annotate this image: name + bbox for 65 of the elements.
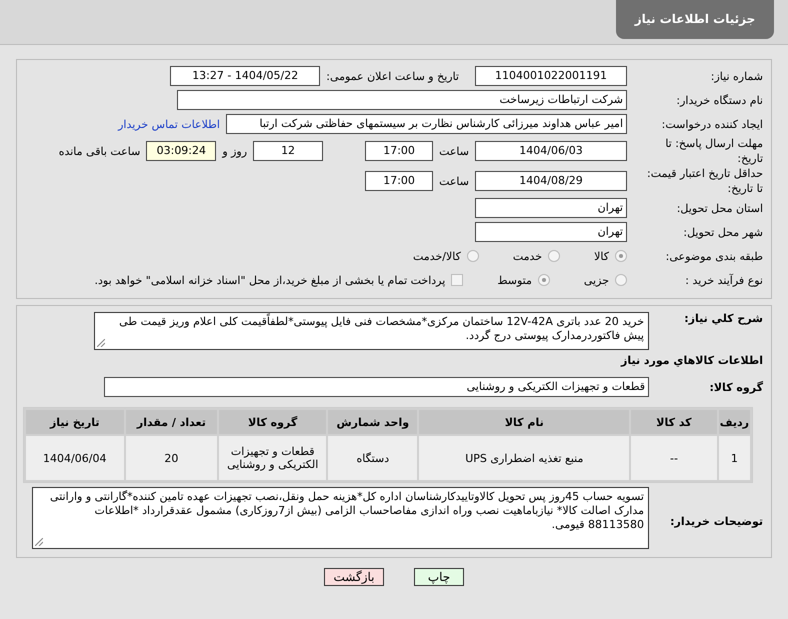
radio-label: جزیی (584, 274, 609, 286)
field-label: گروه کالا: (708, 380, 763, 394)
field-label: نوع فرآیند خرید : (684, 274, 763, 286)
field-label: روز و (222, 144, 248, 158)
field-label: شهر محل تحویل: (682, 226, 763, 238)
table-cell: -- (631, 436, 717, 480)
buyer-notes-field: تسویه حساب 45روز پس تحویل کالاوتاییدکارشناسان اداره کل*هزینه حمل ونقل،نصب تجهیزات عهده تامین کننده*گارانتی و وارانتی مدارک اصالت کالا* نیازباماهیت نصب وراه اندازی مفاصاحساب الزامی (بیش از7روزکاری) مشمول عقدقرارداد *اطلاعات 88113580 قیومی. (32, 487, 649, 549)
radio-label: متوسط (497, 274, 532, 286)
field-label: طبقه بندی موضوعی: (664, 250, 763, 262)
city-field: تهران (475, 222, 627, 242)
field-label: شرح کلي نياز: (683, 312, 763, 325)
column-header: تاریخ نیاز (26, 410, 124, 434)
buyer-org-field: شرکت ارتباطات زیرساخت (177, 90, 627, 110)
radio-label: خدمت (512, 250, 542, 262)
field-label: نام دستگاه خریدار: (675, 94, 763, 106)
radio-button[interactable] (538, 274, 550, 286)
field-label: حداقل تاریخ اعتبار قیمت: تا تاریخ: (646, 166, 763, 196)
field-label: ساعت (439, 144, 469, 158)
goods-group-field: قطعات و تجهیزات الکتریکی و روشنایی (104, 377, 649, 397)
time-field: 17:00 (365, 141, 434, 161)
radio-button[interactable] (615, 274, 627, 286)
column-header: ردیف (718, 410, 750, 434)
table-cell: قطعات و تجهیزات الکتریکی و روشنایی (219, 436, 326, 480)
need-number-field: 1104001022001191 (475, 66, 627, 86)
radio-button[interactable] (548, 250, 560, 262)
column-header: تعداد / مقدار (126, 410, 218, 434)
table-cell: 1 (718, 436, 750, 480)
field-label: ساعت (439, 174, 469, 188)
table-cell: دستگاه (328, 436, 418, 480)
field-label: توضیحات خریدار: (669, 515, 763, 528)
announce-date-field: 1404/05/22 - 13:27 (170, 66, 320, 86)
checkbox[interactable] (451, 274, 464, 286)
field-label: ساعت باقی مانده (58, 144, 140, 158)
radio-label: کالا (594, 250, 609, 262)
section-heading: اطلاعات کالاهاي مورد نياز (620, 353, 764, 369)
radio-label: کالا/خدمت (413, 250, 461, 262)
field-label: تاریخ و ساعت اعلان عمومی: (326, 70, 459, 82)
column-header: نام کالا (419, 410, 630, 434)
days-field: 12 (253, 141, 324, 161)
field-label: مهلت ارسال پاسخ: تا تاریخ: (664, 136, 763, 166)
description-field: خرید 20 عدد باتری 12V-42A ساختمان مرکزی*مشخصات فنی فایل پیوستی*لطفاًقیمت کلی اعلام وریز قیمت طی پیش فاکتوردرمدارک پیوستی درج گردد. (94, 312, 649, 350)
date-field: 1404/08/29 (475, 171, 627, 191)
time-field: 17:00 (365, 171, 434, 191)
resize-grip-icon (35, 538, 43, 546)
contact-link[interactable]: اطلاعات تماس خریدار (118, 118, 220, 130)
back-button[interactable]: بازگشت (324, 568, 384, 586)
radio-button[interactable] (615, 250, 627, 262)
field-label: استان محل تحویل: (676, 202, 763, 214)
field-label: شماره نیاز: (710, 70, 763, 82)
column-header: گروه کالا (219, 410, 326, 434)
province-field: تهران (475, 198, 627, 218)
column-header: کد کالا (631, 410, 717, 434)
resize-grip-icon (97, 339, 105, 347)
date-field: 1404/06/03 (475, 141, 627, 161)
table-cell: منبع تغذیه اضطراری UPS (419, 436, 630, 480)
radio-button[interactable] (466, 250, 479, 262)
requester-field: امیر عباس هداوند میرزائی کارشناس نظارت بر سیستمهای حفاظتی شرکت ارتبا (226, 114, 627, 134)
column-header: واحد شمارش (328, 410, 418, 434)
page-title: جزئیات اطلاعات نیاز (616, 0, 774, 39)
table-cell: 1404/06/04 (26, 436, 124, 480)
remaining-time-field: 03:09:24 (146, 141, 216, 161)
field-label: ایجاد کننده درخواست: (660, 118, 763, 130)
checkbox-label: پرداخت تمام یا بخشی از مبلغ خرید،از محل "اسناد خزانه اسلامی" خواهد بود. (94, 274, 446, 286)
table-cell: 20 (126, 436, 218, 480)
print-button[interactable]: چاپ (414, 568, 464, 586)
